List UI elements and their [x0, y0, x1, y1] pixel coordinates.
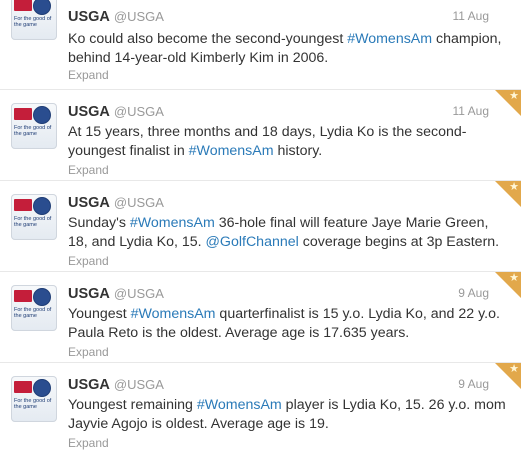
hashtag-link[interactable]: #WomensAm: [197, 397, 282, 413]
author-name[interactable]: USGA: [68, 195, 110, 211]
avatar[interactable]: For the good of the game: [11, 0, 57, 40]
author-handle[interactable]: @USGA: [114, 195, 164, 210]
star-icon: ★: [509, 272, 519, 284]
tweet-text: At 15 years, three months and 18 days, L…: [68, 123, 508, 161]
expand-link[interactable]: Expand: [68, 68, 109, 82]
author-name[interactable]: USGA: [68, 9, 110, 25]
tweet-time[interactable]: 9 Aug: [458, 286, 489, 300]
usga-seal-icon: [33, 379, 51, 397]
tweet-time[interactable]: 11 Aug: [453, 104, 489, 118]
avatar-tagline: For the good of the game: [14, 125, 52, 138]
avatar[interactable]: For the good of the game: [11, 285, 57, 331]
usga-seal-icon: [33, 0, 51, 15]
tweet-text: Sunday's #WomensAm 36-hole final will fe…: [68, 214, 508, 252]
avatar-tagline: For the good of the game: [14, 398, 52, 411]
tweet-text-segment: Youngest remaining: [68, 397, 197, 413]
tweet-header: USGA @USGA 9 Aug: [68, 285, 508, 303]
hashtag-link[interactable]: #WomensAm: [189, 143, 274, 159]
hashtag-link[interactable]: #WomensAm: [347, 31, 432, 47]
usga-logo-icon: [14, 290, 32, 302]
expand-link[interactable]: Expand: [68, 254, 109, 268]
tweet-header: USGA @USGA 11 Aug: [68, 103, 508, 121]
avatar-tagline: For the good of the game: [14, 216, 52, 229]
star-icon: ★: [509, 363, 519, 375]
usga-logo-icon: [14, 108, 32, 120]
tweet-text: Youngest remaining #WomensAm player is L…: [68, 396, 508, 434]
usga-logo-icon: [14, 0, 32, 11]
avatar-tagline: For the good of the game: [14, 16, 52, 29]
author-handle[interactable]: @USGA: [114, 377, 164, 392]
tweet[interactable]: ★ For the good of the game USGA @USGA Sun…: [0, 181, 521, 272]
tweet-text-segment: coverage begins at 3p Eastern.: [298, 234, 500, 250]
tweet[interactable]: ★ For the good of the game USGA @USGA 11 …: [0, 90, 521, 181]
tweet-time[interactable]: 9 Aug: [458, 377, 489, 391]
tweet-header: USGA @USGA 11 Aug: [68, 8, 508, 26]
author-name[interactable]: USGA: [68, 286, 110, 302]
tweet-time[interactable]: 11 Aug: [453, 9, 489, 23]
tweet-text-segment: Ko could also become the second-youngest: [68, 31, 348, 47]
tweet-text: Ko could also become the second-youngest…: [68, 30, 508, 68]
expand-link[interactable]: Expand: [68, 436, 109, 450]
tweet[interactable]: For the good of the game USGA @USGA 11 Au…: [0, 0, 521, 90]
author-handle[interactable]: @USGA: [114, 286, 164, 301]
usga-seal-icon: [33, 106, 51, 124]
tweet-text-segment: Sunday's: [68, 215, 130, 231]
expand-link[interactable]: Expand: [68, 345, 109, 359]
tweet-header: USGA @USGA 9 Aug: [68, 376, 508, 394]
hashtag-link[interactable]: #WomensAm: [130, 215, 215, 231]
avatar[interactable]: For the good of the game: [11, 376, 57, 422]
avatar[interactable]: For the good of the game: [11, 103, 57, 149]
usga-logo-icon: [14, 199, 32, 211]
usga-seal-icon: [33, 288, 51, 306]
tweet-timeline: For the good of the game USGA @USGA 11 Au…: [0, 0, 521, 450]
author-handle[interactable]: @USGA: [114, 9, 164, 24]
avatar[interactable]: For the good of the game: [11, 194, 57, 240]
usga-seal-icon: [33, 197, 51, 215]
tweet-text-segment: history.: [273, 143, 323, 159]
author-handle[interactable]: @USGA: [114, 104, 164, 119]
tweet[interactable]: ★ For the good of the game USGA @USGA 9 A…: [0, 272, 521, 363]
avatar-tagline: For the good of the game: [14, 307, 52, 320]
author-name[interactable]: USGA: [68, 377, 110, 393]
tweet-text: Youngest #WomensAm quarterfinalist is 15…: [68, 305, 508, 343]
tweet-header: USGA @USGA: [68, 194, 508, 212]
hashtag-link[interactable]: #WomensAm: [131, 306, 216, 322]
expand-link[interactable]: Expand: [68, 163, 109, 177]
star-icon: ★: [509, 90, 519, 102]
mention-link[interactable]: @GolfChannel: [206, 234, 299, 250]
tweet[interactable]: ★ For the good of the game USGA @USGA 9 A…: [0, 363, 521, 450]
author-name[interactable]: USGA: [68, 104, 110, 120]
star-icon: ★: [509, 181, 519, 193]
tweet-text-segment: Youngest: [68, 306, 131, 322]
usga-logo-icon: [14, 381, 32, 393]
